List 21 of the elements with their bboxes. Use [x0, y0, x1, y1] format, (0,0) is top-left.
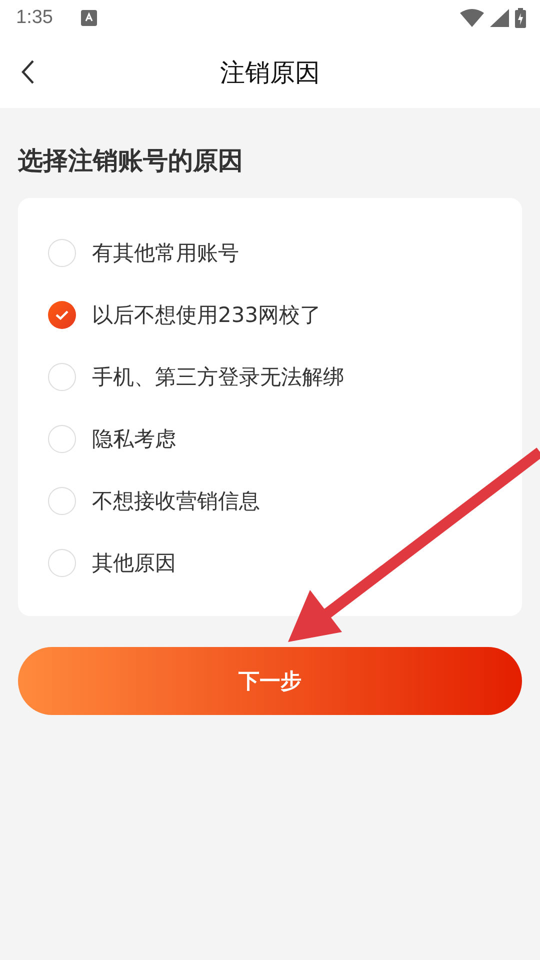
reason-label[interactable]: 不想接收营销信息	[92, 487, 260, 515]
reason-label[interactable]: 以后不想使用233网校了	[92, 301, 322, 329]
radio-button[interactable]	[48, 301, 76, 329]
radio-button[interactable]	[48, 487, 76, 515]
radio-button[interactable]	[48, 549, 76, 577]
wifi-icon	[460, 9, 484, 27]
back-icon	[21, 59, 35, 85]
keyboard-icon	[80, 10, 97, 26]
reason-label[interactable]: 其他原因	[92, 549, 176, 577]
radio-button[interactable]	[48, 363, 76, 391]
signal-icon	[490, 9, 509, 27]
check-icon	[55, 310, 69, 320]
reason-label[interactable]: 隐私考虑	[92, 425, 176, 453]
radio-button[interactable]	[48, 239, 76, 267]
radio-button[interactable]	[48, 425, 76, 453]
section-heading: 选择注销账号的原因	[18, 146, 244, 176]
status-time: 1:35	[16, 7, 53, 29]
reason-label[interactable]: 有其他常用账号	[92, 239, 239, 267]
page-title: 注销原因	[220, 56, 320, 88]
reason-label[interactable]: 手机、第三方登录无法解绑	[92, 363, 344, 391]
battery-icon	[515, 8, 526, 28]
